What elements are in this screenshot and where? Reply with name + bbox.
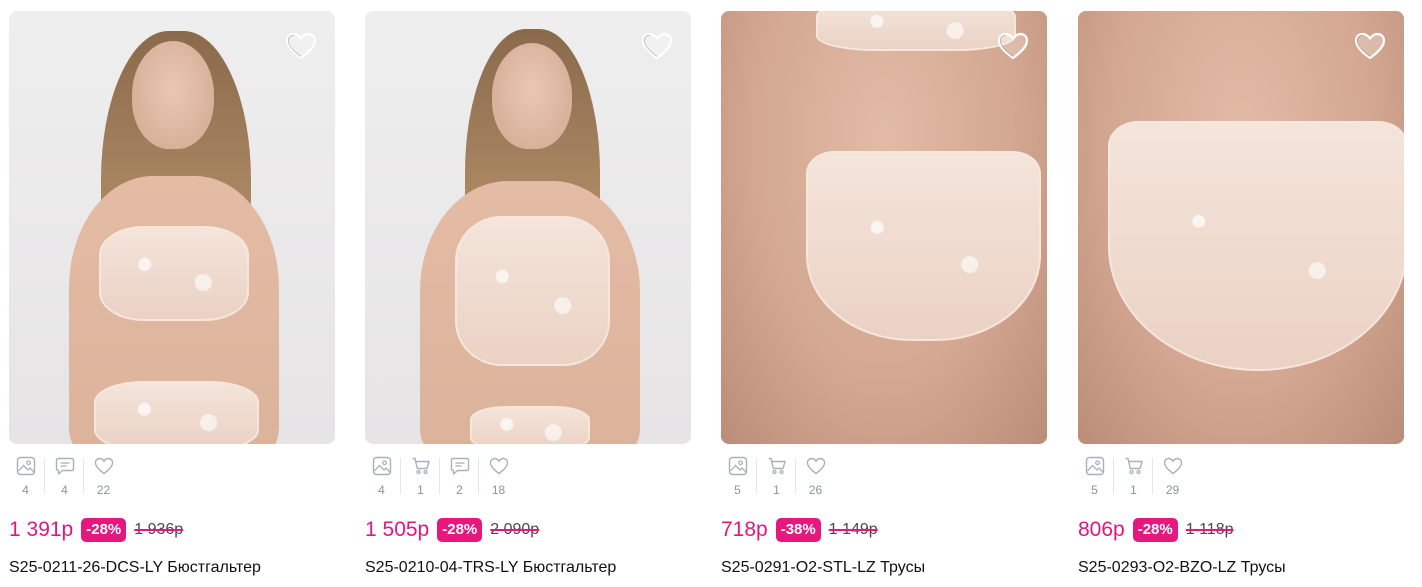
reviews-stat[interactable]: 2 [439,456,476,502]
likes-stat[interactable]: 26 [795,456,832,502]
price-row: 718р -38% 1 149р [721,517,878,543]
product-stats: 5 1 29 [1078,456,1195,502]
product-photo[interactable] [365,11,691,444]
discount-badge: -38% [775,518,821,542]
current-price: 718р [721,518,768,541]
cart-icon [768,457,786,475]
favorite-heart-icon[interactable] [641,31,673,61]
likes-stat[interactable]: 18 [478,456,515,502]
cart-icon [1125,457,1143,475]
old-price: 1 936р [134,521,184,538]
photos-count: 5 [734,483,741,497]
current-price: 1 391р [9,518,74,541]
product-stats: 4 4 22 [9,456,126,502]
photos-stat[interactable]: 5 [1078,456,1111,502]
discount-badge: -28% [437,518,483,542]
image-icon [1085,456,1104,476]
product-photo[interactable] [9,11,335,444]
current-price: 1 505р [365,518,430,541]
cart-count: 1 [417,483,424,497]
old-price: 2 090р [490,521,540,538]
heart-small-icon [489,457,508,475]
heart-small-icon [806,457,825,475]
product-title[interactable]: S25-0210-04-TRS-LY Бюстгальтер [365,558,616,578]
image-icon [728,456,747,476]
cart-stat[interactable]: 1 [756,456,793,502]
price-row: 1 505р -28% 2 090р [365,517,539,543]
product-card[interactable]: 5 1 26 718р -38% 1 149р S25-0291-O2-STL-… [721,0,1047,587]
discount-badge: -28% [1132,518,1178,542]
cart-icon [412,457,430,475]
likes-count: 18 [491,483,506,497]
cart-count: 1 [1130,483,1137,497]
product-card[interactable]: 4 4 22 1 391р -28% 1 936р S25-0211-26-DC… [9,0,335,587]
favorite-heart-icon[interactable] [285,31,317,61]
likes-count: 29 [1165,483,1180,497]
product-stats: 5 1 26 [721,456,838,502]
price-row: 806р -28% 1 118р [1078,517,1234,543]
photos-count: 4 [22,483,29,497]
product-title[interactable]: S25-0291-O2-STL-LZ Трусы [721,558,925,578]
likes-count: 26 [808,483,823,497]
product-card[interactable]: 4 1 2 18 1 505р -28% 2 090р S25-0210-04-… [365,0,691,587]
photos-stat[interactable]: 5 [721,456,754,502]
old-price: 1 118р [1185,521,1234,538]
photos-count: 5 [1091,483,1098,497]
heart-small-icon [1163,457,1182,475]
reviews-count: 2 [456,483,463,497]
photos-stat[interactable]: 4 [9,456,42,502]
heart-small-icon [94,457,113,475]
cart-stat[interactable]: 1 [400,456,437,502]
price-row: 1 391р -28% 1 936р [9,517,183,543]
favorite-heart-icon[interactable] [997,31,1029,61]
product-title[interactable]: S25-0293-O2-BZO-LZ Трусы [1078,558,1286,578]
comment-icon [55,457,74,475]
cart-stat[interactable]: 1 [1113,456,1150,502]
discount-badge: -28% [81,518,127,542]
comment-icon [450,457,469,475]
image-icon [372,456,391,476]
likes-stat[interactable]: 22 [83,456,120,502]
product-stats: 4 1 2 18 [365,456,521,502]
product-title[interactable]: S25-0211-26-DCS-LY Бюстгальтер [9,558,261,578]
photos-count: 4 [378,483,385,497]
product-grid: 4 4 22 1 391р -28% 1 936р S25-0211-26-DC… [0,0,1422,587]
likes-count: 22 [96,483,111,497]
current-price: 806р [1078,518,1125,541]
image-icon [16,456,35,476]
photos-stat[interactable]: 4 [365,456,398,502]
product-photo[interactable] [1078,11,1404,444]
old-price: 1 149р [828,521,878,538]
product-card[interactable]: 5 1 29 806р -28% 1 118р S25-0293-O2-BZO-… [1078,0,1404,587]
product-photo[interactable] [721,11,1047,444]
favorite-heart-icon[interactable] [1354,31,1386,61]
reviews-count: 4 [61,483,68,497]
likes-stat[interactable]: 29 [1152,456,1189,502]
reviews-stat[interactable]: 4 [44,456,81,502]
cart-count: 1 [773,483,780,497]
